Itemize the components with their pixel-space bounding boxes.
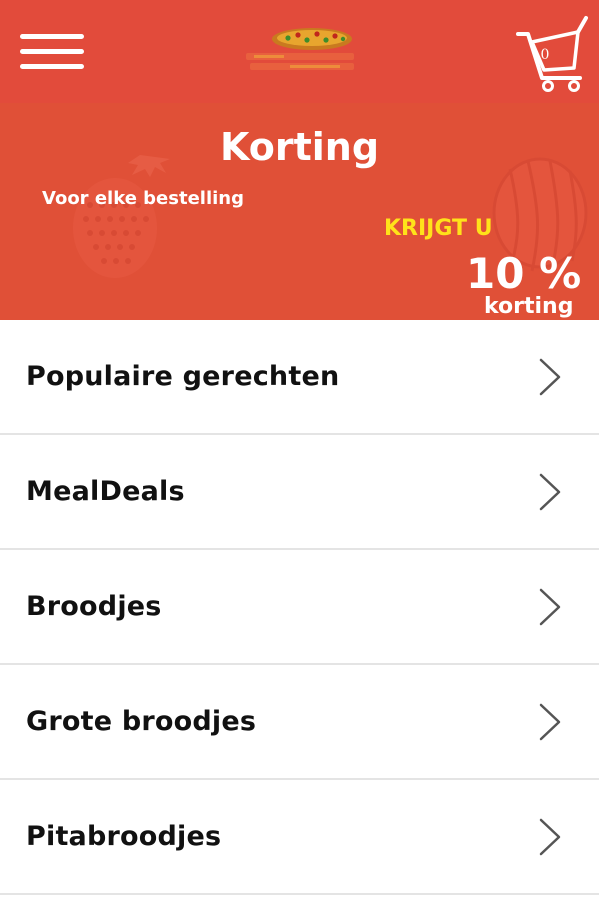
app-header: 0 — [0, 0, 599, 103]
category-label: MealDeals — [26, 476, 185, 507]
hamburger-menu-icon[interactable] — [20, 34, 84, 70]
chevron-right-icon — [539, 358, 561, 396]
banner-title: Korting — [219, 125, 380, 169]
category-item-populaire-gerechten[interactable]: Populaire gerechten — [0, 320, 599, 435]
chevron-right-icon — [539, 703, 561, 741]
shopping-cart-icon[interactable]: 0 — [514, 14, 594, 94]
category-list: Populaire gerechten MealDeals Broodjes G… — [0, 320, 599, 900]
discount-label: korting — [484, 294, 574, 319]
chevron-right-icon — [539, 473, 561, 511]
category-label: Pitabroodjes — [26, 821, 222, 852]
discount-percentage: 10 % — [466, 249, 582, 298]
category-item-mealdeals[interactable]: MealDeals — [0, 435, 599, 550]
category-item-grote-broodjes[interactable]: Grote broodjes — [0, 665, 599, 780]
chevron-right-icon — [539, 818, 561, 856]
app-screen: 0 Korting Voor elke bestelling KRIJGT U … — [0, 0, 599, 900]
banner-subtitle: Voor elke bestelling — [42, 188, 244, 209]
category-label: Broodjes — [26, 591, 162, 622]
pizza-logo-icon[interactable] — [240, 22, 360, 80]
category-label: Grote broodjes — [26, 706, 257, 737]
category-item-broodjes[interactable]: Broodjes — [0, 550, 599, 665]
discount-banner[interactable]: Korting Voor elke bestelling KRIJGT U 10… — [0, 103, 599, 320]
chevron-right-icon — [539, 588, 561, 626]
strawberry-icon — [73, 155, 170, 278]
category-item-pitabroodjes[interactable]: Pitabroodjes — [0, 780, 599, 895]
shopping-cart-graphic — [516, 16, 588, 92]
cart-count-badge: 0 — [540, 47, 550, 63]
category-label: Populaire gerechten — [26, 361, 340, 392]
banner-krijgt-label: KRIJGT U — [384, 216, 493, 241]
